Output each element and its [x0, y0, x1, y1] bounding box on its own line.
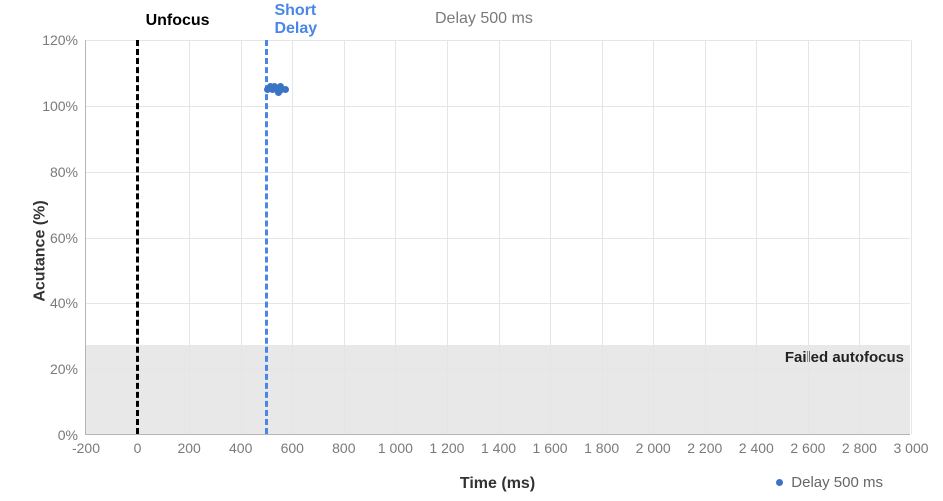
gridline-vertical: [447, 40, 448, 434]
legend: Delay 500 ms: [776, 474, 883, 491]
y-tick-label: 20%: [50, 361, 78, 377]
gridline-vertical: [911, 40, 912, 434]
y-tick-label: 120%: [42, 32, 78, 48]
y-tick-label: 80%: [50, 164, 78, 180]
gridline-vertical: [550, 40, 551, 434]
x-tick-label: 1 200: [429, 440, 464, 456]
x-tick-label: 2 200: [687, 440, 722, 456]
reference-line-dash: [265, 40, 268, 434]
reference-line-label: Unfocus: [146, 12, 210, 30]
x-tick-label: 1 400: [481, 440, 516, 456]
x-tick-label: 3 000: [893, 440, 928, 456]
x-tick-label: 1 000: [378, 440, 413, 456]
gridline-vertical: [602, 40, 603, 434]
gridline-vertical: [756, 40, 757, 434]
reference-line-label: Short Delay: [274, 2, 317, 39]
gridline-vertical: [189, 40, 190, 434]
reference-line-dash: [136, 40, 139, 434]
y-axis-label: Acutance (%): [31, 200, 49, 301]
gridline-vertical: [499, 40, 500, 434]
gridline-vertical: [808, 40, 809, 434]
gridline-vertical: [395, 40, 396, 434]
x-tick-label: 2 400: [739, 440, 774, 456]
x-tick-label: 400: [229, 440, 252, 456]
x-tick-label: 800: [332, 440, 355, 456]
legend-marker-icon: [776, 479, 783, 486]
x-tick-label: 1 600: [533, 440, 568, 456]
y-tick-label: 60%: [50, 230, 78, 246]
x-tick-label: 2 800: [842, 440, 877, 456]
gridline-vertical: [241, 40, 242, 434]
y-tick-label: 40%: [50, 295, 78, 311]
x-tick-label: 2 000: [636, 440, 671, 456]
x-tick-label: -200: [72, 440, 100, 456]
gridline-vertical: [292, 40, 293, 434]
x-tick-label: 600: [281, 440, 304, 456]
gridline-vertical: [859, 40, 860, 434]
chart-container: Delay 500 ms Acutance (%) Failed autofoc…: [0, 0, 943, 501]
gridline-vertical: [653, 40, 654, 434]
gridline-vertical: [705, 40, 706, 434]
data-point: [282, 86, 289, 93]
plot-area: Failed autofocus 0%20%40%60%80%100%120%-…: [85, 40, 910, 435]
gridline-vertical: [344, 40, 345, 434]
x-tick-label: 200: [177, 440, 200, 456]
x-tick-label: 0: [134, 440, 142, 456]
y-tick-label: 100%: [42, 98, 78, 114]
chart-title: Delay 500 ms: [350, 10, 943, 28]
x-tick-label: 1 800: [584, 440, 619, 456]
failed-autofocus-label: Failed autofocus: [785, 349, 904, 366]
legend-series-label: Delay 500 ms: [791, 474, 883, 491]
x-tick-label: 2 600: [790, 440, 825, 456]
